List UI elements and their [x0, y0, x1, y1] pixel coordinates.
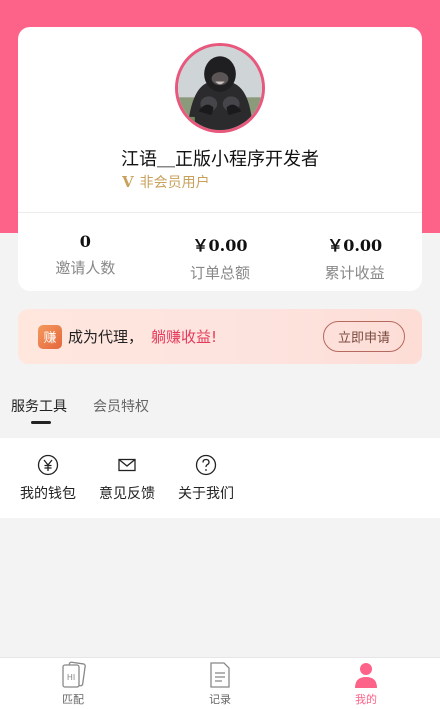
question-circle-icon: [195, 454, 217, 476]
member-status-row: V 非会员用户: [122, 172, 210, 192]
avatar[interactable]: [175, 43, 265, 133]
agent-banner[interactable]: 赚 成为代理， 躺赚收益! 立即申请: [18, 309, 422, 364]
hi-card-icon: HI: [62, 661, 86, 688]
tab-bar: 服务工具 会员特权: [0, 394, 440, 434]
active-tab-indicator: [31, 421, 51, 424]
avatar-image: [178, 46, 262, 130]
earn-icon: 赚: [38, 324, 62, 349]
stats-row: 0 邀请人数 ￥0.00 订单总额 ￥0.00 累计收益: [18, 232, 422, 283]
nav-records[interactable]: 记录: [180, 658, 260, 707]
tool-about-us[interactable]: 关于我们: [171, 454, 241, 503]
card-divider: [18, 212, 422, 213]
profile-card: 江语＿正版小程序开发者 V 非会员用户 0 邀请人数 ￥0.00 订单总额 ￥0…: [18, 27, 422, 291]
tool-label: 我的钱包: [20, 486, 76, 502]
stat-label: 邀请人数: [55, 259, 116, 277]
nav-label: 我的: [355, 693, 377, 706]
stat-value: 0: [79, 232, 91, 251]
envelope-icon: [118, 458, 136, 472]
tools-panel: 我的钱包 意见反馈 关于我们: [0, 438, 440, 518]
apply-now-button[interactable]: 立即申请: [323, 321, 405, 352]
nav-label: 记录: [209, 693, 231, 706]
tool-wallet[interactable]: 我的钱包: [13, 454, 83, 503]
stat-value: ￥0.00: [327, 236, 383, 255]
tool-label: 关于我们: [178, 486, 234, 502]
stat-order-total[interactable]: ￥0.00 订单总额: [153, 232, 288, 283]
tool-label: 意见反馈: [99, 486, 155, 502]
stat-total-earnings[interactable]: ￥0.00 累计收益: [287, 232, 422, 283]
stat-invites[interactable]: 0 邀请人数: [18, 232, 153, 283]
stat-label: 订单总额: [190, 264, 251, 282]
stat-value: ￥0.00: [192, 236, 248, 255]
nav-mine[interactable]: 我的: [326, 658, 406, 707]
tool-feedback[interactable]: 意见反馈: [92, 454, 162, 503]
username: 江语＿正版小程序开发者: [121, 149, 319, 170]
tab-member-privileges[interactable]: 会员特权: [93, 396, 149, 416]
bottom-nav: HI 匹配 记录 我的: [0, 657, 440, 709]
person-icon: [355, 663, 377, 688]
svg-text:HI: HI: [67, 673, 75, 682]
agent-banner-text: 成为代理，: [68, 328, 144, 346]
stat-label: 累计收益: [324, 264, 385, 282]
agent-banner-slogan: 躺赚收益!: [151, 328, 218, 346]
vip-v-icon: V: [122, 173, 134, 191]
document-icon: [210, 662, 230, 688]
member-status-label: 非会员用户: [139, 175, 210, 191]
tab-service-tools[interactable]: 服务工具: [11, 396, 67, 416]
nav-label: 匹配: [62, 693, 84, 706]
yen-circle-icon: [37, 454, 59, 476]
nav-match[interactable]: HI 匹配: [33, 658, 113, 707]
